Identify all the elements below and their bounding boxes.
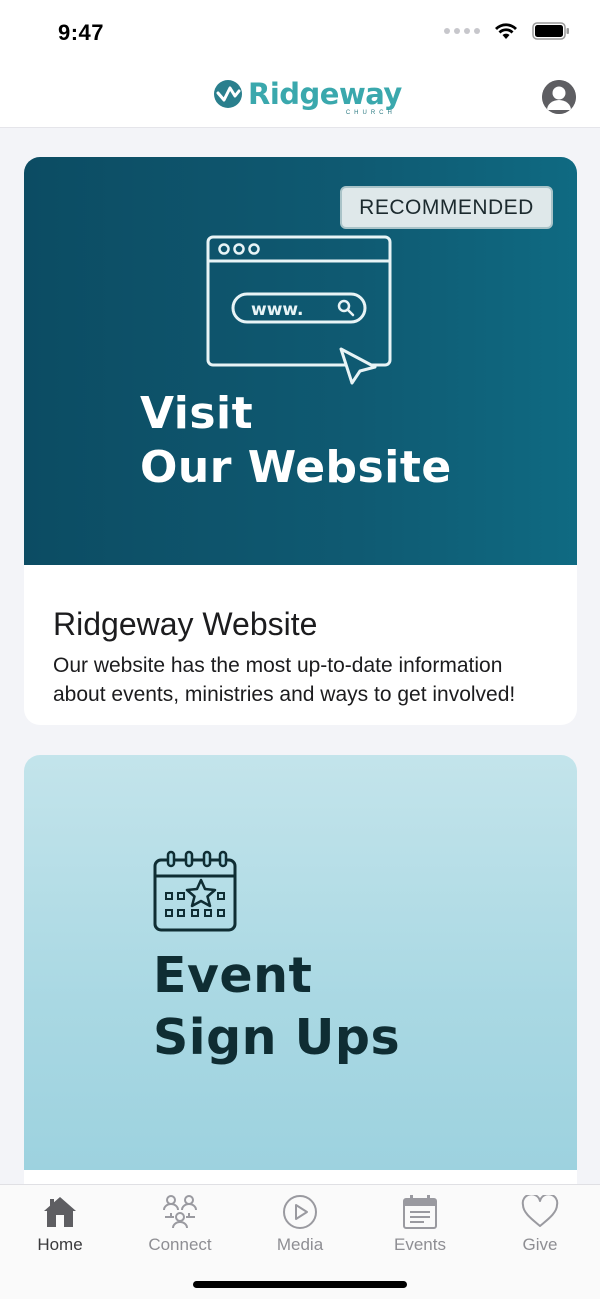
recommended-badge: RECOMMENDED xyxy=(340,186,553,229)
profile-button[interactable] xyxy=(542,80,576,114)
event-signups-banner: Event Sign Ups xyxy=(24,755,577,1170)
heart-icon xyxy=(521,1193,559,1231)
tab-events-label: Events xyxy=(394,1235,446,1254)
calendar-icon xyxy=(401,1193,439,1231)
browser-window-icon: www. xyxy=(206,235,392,385)
status-time: 9:47 xyxy=(58,20,105,45)
church-logo: Ridgeway CHURCH xyxy=(213,76,402,116)
tab-connect-label: Connect xyxy=(148,1235,212,1254)
website-card-body: Ridgeway Website Our website has the mos… xyxy=(24,565,577,709)
tab-bar: Home Connect Media Events Give xyxy=(0,1184,600,1299)
event-signups-card[interactable]: Event Sign Ups xyxy=(24,755,577,1184)
event-signups-banner-title: Event Sign Ups xyxy=(153,945,400,1069)
banner-line-1: Event xyxy=(153,947,313,1004)
people-icon xyxy=(161,1193,199,1231)
website-banner-title: Visit Our Website xyxy=(140,387,452,495)
website-card[interactable]: RECOMMENDED www. Visit Our Website Ridge… xyxy=(24,157,577,725)
home-icon xyxy=(41,1193,79,1231)
tab-home-label: Home xyxy=(37,1235,83,1254)
calendar-star-icon xyxy=(153,850,237,932)
ridgeway-logo-icon xyxy=(214,80,242,108)
website-card-description: Our website has the most up-to-date info… xyxy=(53,654,516,706)
play-circle-icon xyxy=(281,1193,319,1231)
logo-subtext: CHURCH xyxy=(345,110,396,116)
banner-line-1: Visit xyxy=(140,388,254,439)
home-indicator[interactable] xyxy=(193,1281,407,1288)
person-circle-icon xyxy=(542,80,576,114)
logo-wordmark: Ridgeway xyxy=(248,77,402,111)
banner-line-2: Sign Ups xyxy=(153,1009,401,1066)
tab-events[interactable]: Events xyxy=(360,1185,480,1255)
app-header: Ridgeway CHURCH xyxy=(0,66,600,128)
website-banner: RECOMMENDED www. Visit Our Website xyxy=(24,157,577,565)
battery-icon xyxy=(532,22,569,40)
cellular-dots-icon xyxy=(444,28,480,34)
status-icons xyxy=(444,22,570,40)
tab-home[interactable]: Home xyxy=(0,1185,120,1255)
wifi-icon xyxy=(495,23,517,39)
tab-media-label: Media xyxy=(276,1235,324,1254)
status-bar: 9:47 xyxy=(0,0,600,66)
website-card-title: Ridgeway Website xyxy=(53,606,318,642)
content-feed[interactable]: RECOMMENDED www. Visit Our Website Ridge… xyxy=(0,128,600,1184)
tab-connect[interactable]: Connect xyxy=(120,1185,240,1255)
tab-media[interactable]: Media xyxy=(240,1185,360,1255)
browser-url-text: www. xyxy=(251,300,304,320)
banner-line-2: Our Website xyxy=(140,442,452,493)
tab-give-label: Give xyxy=(522,1235,558,1254)
tab-give[interactable]: Give xyxy=(480,1185,600,1255)
